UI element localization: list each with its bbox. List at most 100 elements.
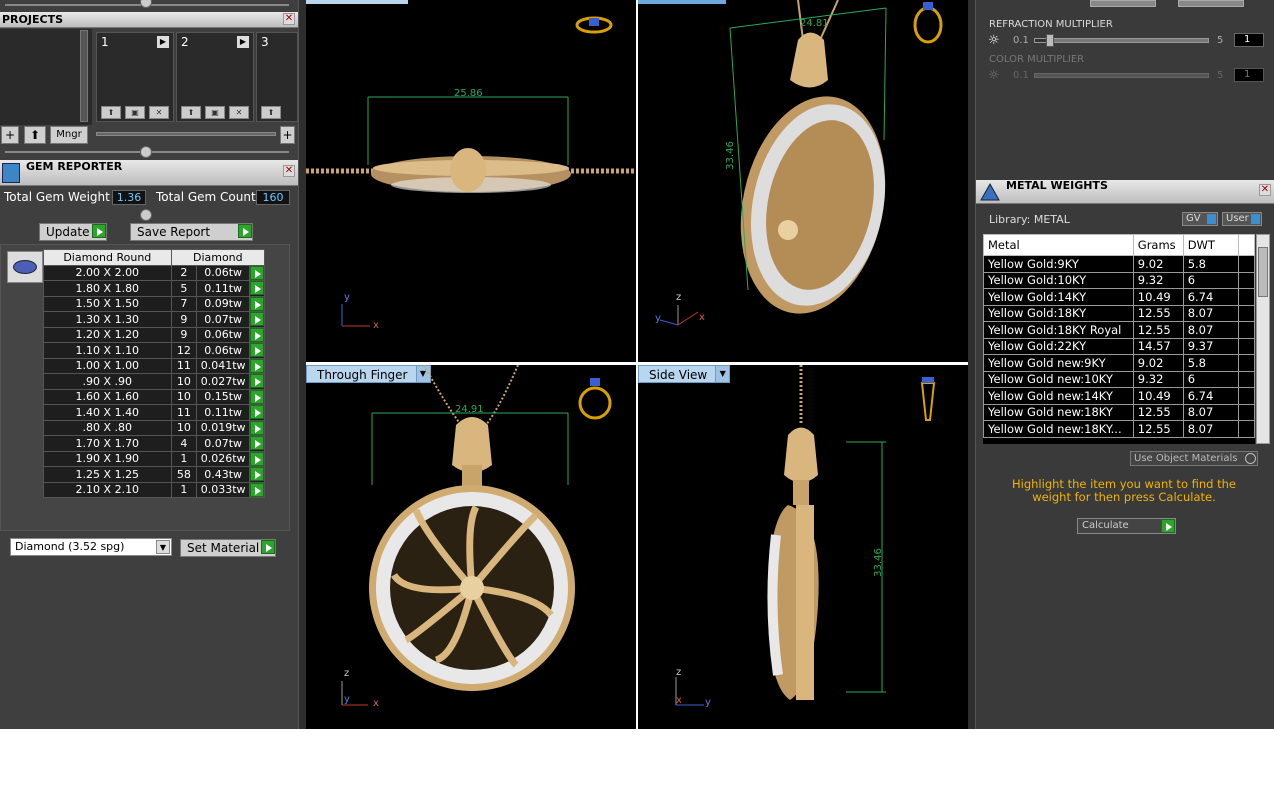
refraction-value[interactable]: 1: [1234, 33, 1264, 47]
material-select[interactable]: Diamond (3.52 spg) ▼: [10, 538, 172, 556]
color-slider[interactable]: [1034, 73, 1209, 78]
gem-table-row[interactable]: .80 X .80 10 0.019tw: [43, 419, 265, 436]
metal-grams: 12.55: [1132, 304, 1184, 322]
row-go-button[interactable]: [249, 295, 265, 312]
splitter-handle-icon[interactable]: [140, 0, 152, 8]
upload-icon[interactable]: ⬆: [261, 106, 281, 119]
metal-table-row[interactable]: Yellow Gold:18KY 12.55 8.07: [983, 304, 1255, 322]
refraction-slider-handle[interactable]: [1045, 34, 1054, 47]
metal-table-row[interactable]: Yellow Gold new:14KY 10.49 6.74: [983, 387, 1255, 405]
use-object-materials-toggle[interactable]: Use Object Materials: [1130, 451, 1258, 466]
row-go-button[interactable]: [249, 466, 265, 483]
gem-table-row[interactable]: 1.25 X 1.25 58 0.43tw: [43, 466, 265, 483]
add-project-icon[interactable]: +: [1, 126, 19, 144]
metal-table-row[interactable]: Yellow Gold:9KY 9.02 5.8: [983, 255, 1255, 273]
zoom-in-icon[interactable]: +: [280, 126, 295, 144]
top-splitter[interactable]: [0, 0, 298, 12]
gem-table-row[interactable]: .90 X .90 10 0.027tw: [43, 373, 265, 390]
scrollbar-thumb[interactable]: [1258, 247, 1268, 297]
play-icon[interactable]: ▶: [157, 36, 169, 48]
viewport-through-finger[interactable]: Through Finger ▼ 24.91 z y x: [306, 365, 636, 729]
left-splitter[interactable]: [298, 0, 306, 729]
gem-table-row[interactable]: 2.10 X 2.10 1 0.033tw: [43, 481, 265, 498]
projects-scrollbar[interactable]: [80, 30, 88, 122]
row-go-button[interactable]: [249, 357, 265, 374]
row-go-button[interactable]: [249, 326, 265, 343]
manager-button[interactable]: Mngr: [50, 126, 88, 144]
metal-table-row[interactable]: Yellow Gold:10KY 9.32 6: [983, 271, 1255, 289]
metal-table-row[interactable]: Yellow Gold new:18KY... 12.55 8.07: [983, 420, 1255, 438]
set-material-button[interactable]: Set Material: [180, 539, 276, 557]
close-gem-reporter-icon[interactable]: ✕: [283, 165, 295, 177]
metal-table-row[interactable]: Yellow Gold new:9KY 9.02 5.8: [983, 354, 1255, 372]
gem-table-row[interactable]: 1.50 X 1.50 7 0.09tw: [43, 295, 265, 312]
refraction-slider[interactable]: [1034, 34, 1209, 47]
viewport-side-view[interactable]: Side View ▼ 33.46 z x y: [638, 365, 968, 729]
metal-table-scrollbar[interactable]: [1256, 234, 1270, 444]
row-go-button[interactable]: [249, 404, 265, 421]
project-slot-1[interactable]: 1 ▶ ⬆ ▣ ✕: [96, 32, 174, 122]
middle-splitter[interactable]: [0, 146, 298, 158]
brightness-icon: ☼: [988, 33, 1000, 48]
save-icon[interactable]: ▣: [205, 106, 225, 119]
row-go-button[interactable]: [249, 280, 265, 297]
render-toggle-button[interactable]: [1178, 0, 1244, 7]
close-projects-icon[interactable]: ✕: [283, 13, 295, 25]
row-go-button[interactable]: [249, 342, 265, 359]
metal-table-row[interactable]: Yellow Gold:18KY Royal 12.55 8.07: [983, 321, 1255, 339]
viewport-top[interactable]: 25.86 y x: [306, 0, 636, 362]
delete-icon[interactable]: ✕: [149, 106, 169, 119]
gem-table-row[interactable]: 1.90 X 1.90 1 0.026tw: [43, 450, 265, 467]
color-value[interactable]: 1: [1234, 68, 1264, 82]
metal-table-row[interactable]: Yellow Gold new:18KY 12.55 8.07: [983, 403, 1255, 421]
splitter-handle-icon[interactable]: [140, 209, 152, 221]
gem-table-row[interactable]: 1.30 X 1.30 9 0.07tw: [43, 311, 265, 328]
play-icon[interactable]: ▶: [237, 36, 249, 48]
metal-spacer: [1238, 288, 1255, 306]
user-toggle[interactable]: User: [1222, 212, 1262, 226]
row-go-button[interactable]: [249, 264, 265, 281]
gem-table-row[interactable]: 2.00 X 2.00 2 0.06tw: [43, 264, 265, 281]
update-button[interactable]: Update: [39, 223, 107, 241]
row-go-button[interactable]: [249, 419, 265, 436]
metal-table-row[interactable]: Yellow Gold:22KY 14.57 9.37: [983, 337, 1255, 355]
projects-list[interactable]: [0, 29, 92, 125]
up-arrow-icon[interactable]: ⬆: [24, 126, 46, 144]
row-go-button[interactable]: [249, 311, 265, 328]
metal-grams: 14.57: [1132, 337, 1184, 355]
viewport-perspective[interactable]: 24.81 33.46 z y x: [638, 0, 968, 362]
pendant-perspective-view: [659, 0, 943, 326]
row-go-button[interactable]: [249, 481, 265, 498]
projects-zoom-slider[interactable]: [96, 132, 276, 136]
gem-table-row[interactable]: 1.10 X 1.10 12 0.06tw: [43, 342, 265, 359]
gem-table-row[interactable]: 1.00 X 1.00 11 0.041tw: [43, 357, 265, 374]
row-go-button[interactable]: [249, 435, 265, 452]
right-splitter[interactable]: [968, 0, 976, 729]
gem-table-row[interactable]: 1.80 X 1.80 5 0.11tw: [43, 280, 265, 297]
chevron-down-icon[interactable]: ▼: [156, 540, 170, 554]
save-report-button[interactable]: Save Report: [130, 223, 253, 241]
save-icon[interactable]: ▣: [125, 106, 145, 119]
gem-table-row[interactable]: 1.70 X 1.70 4 0.07tw: [43, 435, 265, 452]
total-count-label: Total Gem Count: [156, 190, 256, 204]
delete-icon[interactable]: ✕: [229, 106, 249, 119]
splitter-handle-icon[interactable]: [140, 146, 152, 158]
project-slot-3[interactable]: 3 ⬆: [256, 32, 298, 122]
row-go-button[interactable]: [249, 388, 265, 405]
upload-icon[interactable]: ⬆: [101, 106, 121, 119]
upload-icon[interactable]: ⬆: [181, 106, 201, 119]
calculate-button[interactable]: Calculate: [1077, 518, 1176, 534]
gem-table-row[interactable]: 1.60 X 1.60 10 0.15tw: [43, 388, 265, 405]
project-slot-label: 1: [101, 35, 109, 49]
axis-y-label: y: [705, 697, 711, 708]
gv-toggle[interactable]: GV: [1182, 212, 1218, 226]
gem-table-row[interactable]: 1.40 X 1.40 11 0.11tw: [43, 404, 265, 421]
render-toggle-button[interactable]: [1090, 0, 1156, 7]
close-metal-weights-icon[interactable]: ✕: [1259, 184, 1271, 196]
metal-table-row[interactable]: Yellow Gold:14KY 10.49 6.74: [983, 288, 1255, 306]
metal-table-row[interactable]: Yellow Gold new:10KY 9.32 6: [983, 370, 1255, 388]
gem-table-row[interactable]: 1.20 X 1.20 9 0.06tw: [43, 326, 265, 343]
row-go-button[interactable]: [249, 450, 265, 467]
project-slot-2[interactable]: 2 ▶ ⬆ ▣ ✕: [176, 32, 254, 122]
row-go-button[interactable]: [249, 373, 265, 390]
